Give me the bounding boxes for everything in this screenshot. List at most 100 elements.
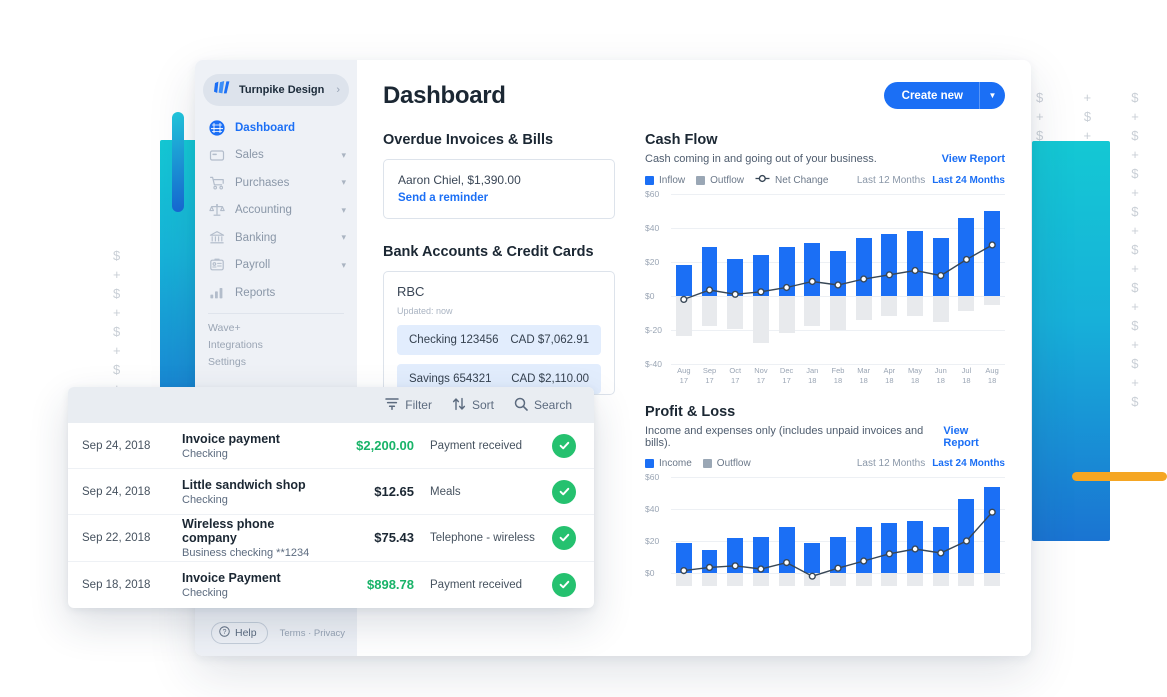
bank-account-row[interactable]: Checking 123456 CAD $7,062.91 (397, 325, 601, 355)
net-change-marker-icon (755, 174, 770, 186)
sort-button[interactable]: Sort (452, 397, 494, 414)
chart-subtitle-row: Cash coming in and going out of your bus… (645, 153, 1005, 165)
transactions-list: Sep 24, 2018 Invoice payment Checking $2,20… (68, 423, 594, 608)
txn-title: Little sandwich shop (182, 477, 306, 492)
x-axis-tick-label: Feb 18 (831, 366, 845, 385)
txn-account: Checking (182, 447, 228, 460)
sort-icon (452, 397, 466, 414)
txn-description: Wireless phone company Business checking … (174, 517, 318, 559)
sidebar-item-dashboard[interactable]: Dashboard (195, 114, 357, 142)
view-report-link[interactable]: View Report (942, 153, 1005, 165)
overdue-invoice-card: Aaron Chiel, $1,390.00 Send a reminder (383, 159, 615, 219)
send-reminder-link[interactable]: Send a reminder (398, 192, 600, 204)
y-axis-tick-label: $-20 (645, 325, 663, 335)
txn-amount: $75.43 (374, 530, 414, 546)
sidebar-sublink-settings[interactable]: Settings (195, 354, 357, 371)
chevron-down-icon: ▾ (341, 259, 346, 270)
txn-amount: $898.78 (367, 577, 414, 593)
legend-item-outflow: Outflow (702, 458, 751, 469)
table-row[interactable]: Sep 18, 2018 Invoice Payment Checking $898.… (68, 562, 594, 608)
sidebar-item-payroll[interactable]: Payroll ▾ (195, 252, 357, 280)
legend-swatch-icon (702, 459, 712, 468)
filter-icon (385, 397, 400, 413)
net-change-line (680, 241, 996, 304)
x-axis-tick-label: Apr 18 (883, 366, 896, 385)
txn-date: Sep 24, 2018 (82, 485, 151, 498)
txn-date: Sep 22, 2018 (82, 531, 151, 544)
legend-item-net-change: Net Change (755, 174, 828, 186)
sidebar-item-label: Reports (235, 286, 276, 299)
filter-button[interactable]: Filter (385, 397, 432, 413)
sidebar-item-banking[interactable]: Banking ▾ (195, 224, 357, 252)
account-name: Checking 123456 (409, 334, 499, 346)
dashboard-right-column: Cash Flow Cash coming in and going out o… (645, 132, 1005, 589)
chevron-down-icon: ▾ (341, 149, 346, 160)
txn-date: Sep 18, 2018 (82, 578, 151, 591)
table-row[interactable]: Sep 24, 2018 Invoice payment Checking $2,20… (68, 423, 594, 470)
view-report-link[interactable]: View Report (943, 425, 1005, 449)
table-row[interactable]: Sep 22, 2018 Wireless phone company Busine… (68, 515, 594, 562)
range-last-24-months[interactable]: Last 24 Months (932, 458, 1005, 469)
txn-amount: $2,200.00 (356, 438, 414, 454)
y-axis-tick-label: $20 (645, 257, 660, 267)
page-title: Dashboard (383, 82, 506, 109)
company-name: Turnpike Design (239, 84, 325, 96)
dashboard-icon (208, 119, 225, 136)
bank-institution-name: RBC (397, 284, 425, 299)
y-axis-tick-label: $40 (645, 223, 660, 233)
sidebar-sublink-wave-plus[interactable]: Wave+ (195, 320, 357, 337)
legend-swatch-icon (645, 175, 654, 185)
search-button[interactable]: Search (514, 397, 572, 414)
cash-flow-x-axis: Aug 17 Sep 17 Oct 17 Nov 17 Dec 17 Jan 18 Feb 18 Mar 18… (671, 366, 1005, 386)
help-button[interactable]: ? Help (211, 622, 268, 644)
legend-label: Outflow (710, 174, 745, 186)
page-header: Dashboard Create new ▼ (383, 82, 1005, 110)
x-axis-tick-label: Aug 17 (677, 366, 691, 385)
range-last-12-months[interactable]: Last 12 Months (857, 458, 925, 469)
x-axis-tick-label: Dec 17 (779, 366, 794, 385)
txn-description: Invoice Payment Checking (174, 571, 318, 599)
x-axis-tick-label: Jan 18 (806, 366, 819, 385)
txn-title: Wireless phone company (182, 516, 275, 545)
help-label: Help (235, 627, 257, 639)
screenshot-canvas: $ + + $ $ + + $ $ + + $ $ + + $ $ + $ + … (0, 0, 1167, 697)
x-axis-tick-label: Jul 18 (961, 366, 972, 385)
range-last-12-months[interactable]: Last 12 Months (857, 175, 925, 186)
question-circle-icon: ? (219, 626, 230, 640)
chevron-down-icon: ▼ (988, 91, 997, 100)
sidebar-item-label: Accounting (235, 204, 292, 217)
sidebar-item-reports[interactable]: Reports (195, 279, 357, 307)
sidebar-sublink-integrations[interactable]: Integrations (195, 337, 357, 354)
bank-section-title: Bank Accounts & Credit Cards (383, 244, 594, 260)
txn-account: Checking (182, 493, 228, 506)
account-balance: CAD $7,062.91 (510, 334, 589, 346)
terms-privacy-links[interactable]: Terms · Privacy (280, 628, 345, 639)
sidebar-item-label: Dashboard (235, 121, 296, 134)
chevron-down-icon: ▾ (341, 204, 346, 215)
company-switcher[interactable]: Turnpike Design › (203, 74, 349, 106)
check-circle-icon[interactable] (552, 433, 576, 458)
sidebar-item-label: Payroll (235, 259, 271, 272)
txn-category: Payment received (430, 578, 523, 591)
chart-legend: Inflow Outflow Net Change (645, 174, 828, 186)
x-axis-tick-label: May 18 (907, 366, 923, 385)
create-new-button[interactable]: Create new (883, 82, 979, 109)
wave-logo-icon (214, 81, 231, 99)
sidebar-item-accounting[interactable]: Accounting ▾ (195, 197, 357, 225)
legend-label: Inflow (659, 174, 686, 186)
range-last-24-months[interactable]: Last 24 Months (932, 175, 1005, 186)
sidebar-item-purchases[interactable]: Purchases ▾ (195, 169, 357, 197)
chart-subtitle: Income and expenses only (includes unpai… (645, 425, 924, 449)
txn-category: Telephone - wireless (430, 531, 535, 544)
account-name: Savings 654321 (409, 373, 492, 385)
table-row[interactable]: Sep 24, 2018 Little sandwich shop Checking… (68, 469, 594, 516)
sidebar-item-label: Purchases (235, 176, 290, 189)
x-axis-tick-label: Sep 17 (702, 366, 717, 385)
profit-loss-chart-block: Profit & Loss Income and expenses only (… (645, 404, 1005, 589)
check-circle-icon[interactable] (552, 525, 576, 550)
sidebar-item-sales[interactable]: Sales ▾ (195, 142, 357, 170)
check-circle-icon[interactable] (552, 479, 576, 504)
check-circle-icon[interactable] (552, 572, 576, 597)
legend-swatch-icon (696, 175, 706, 185)
create-new-dropdown-button[interactable]: ▼ (979, 82, 1005, 109)
